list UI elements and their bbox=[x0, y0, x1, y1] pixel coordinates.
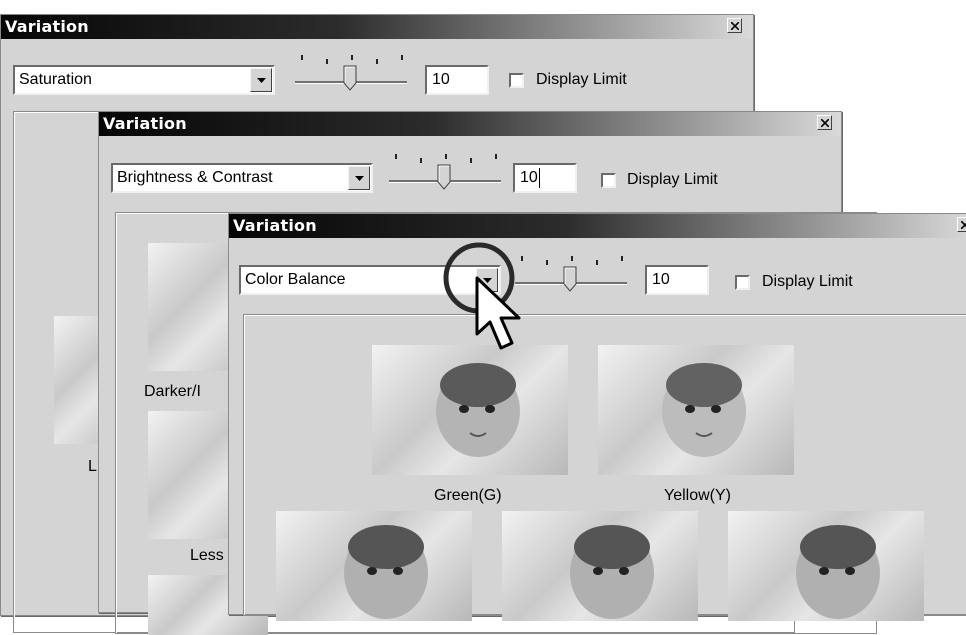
baby-photo-icon bbox=[344, 525, 428, 619]
title-bar[interactable]: Variation bbox=[99, 112, 841, 136]
level-value: 10 bbox=[652, 271, 670, 288]
window-title: Variation bbox=[5, 17, 89, 36]
preview-thumbnail-yellow[interactable] bbox=[598, 345, 794, 475]
dropdown-arrow-icon bbox=[257, 78, 266, 83]
close-icon bbox=[961, 221, 966, 229]
adjustment-type-dropdown[interactable]: Brightness & Contrast bbox=[111, 163, 373, 193]
variation-window-color-balance: Variation Color Balance 10 Display Limit bbox=[228, 213, 966, 621]
level-input[interactable]: 10 bbox=[425, 65, 489, 95]
text-caret bbox=[539, 168, 540, 188]
dropdown-value: Brightness & Contrast bbox=[117, 169, 273, 186]
dropdown-button[interactable] bbox=[348, 166, 370, 190]
slider-thumb[interactable] bbox=[343, 65, 357, 91]
preview-panel: Green(G) Yellow(Y) bbox=[243, 314, 966, 621]
preview-thumbnail[interactable] bbox=[728, 511, 924, 621]
level-slider[interactable] bbox=[291, 49, 411, 93]
level-slider[interactable] bbox=[385, 148, 505, 192]
baby-photo-icon bbox=[662, 363, 746, 457]
baby-photo-icon bbox=[570, 525, 654, 619]
baby-photo-icon bbox=[796, 525, 880, 619]
baby-photo-icon bbox=[436, 363, 520, 457]
dropdown-value: Color Balance bbox=[245, 271, 346, 288]
display-limit-checkbox[interactable] bbox=[509, 73, 524, 88]
display-limit-checkbox[interactable] bbox=[601, 173, 616, 188]
close-icon bbox=[821, 119, 829, 127]
window-title: Variation bbox=[103, 114, 187, 133]
preview-thumbnail-green[interactable] bbox=[372, 345, 568, 475]
preview-caption: L bbox=[88, 458, 97, 475]
level-slider[interactable] bbox=[511, 250, 631, 294]
dropdown-button[interactable] bbox=[250, 68, 272, 92]
preview-caption: Darker/I bbox=[144, 383, 201, 400]
display-limit-label: Display Limit bbox=[762, 273, 853, 290]
level-value: 10 bbox=[520, 169, 538, 186]
arrow-pointer-icon bbox=[475, 276, 521, 350]
close-icon bbox=[731, 22, 739, 30]
level-input[interactable]: 10 bbox=[645, 265, 709, 295]
display-limit-label: Display Limit bbox=[536, 71, 627, 88]
preview-thumbnail[interactable] bbox=[502, 511, 698, 621]
display-limit-checkbox[interactable] bbox=[735, 275, 750, 290]
preview-caption-green: Green(G) bbox=[434, 487, 502, 504]
title-bar[interactable]: Variation bbox=[1, 15, 753, 39]
close-button[interactable] bbox=[957, 217, 966, 232]
preview-caption: Less bbox=[190, 547, 224, 564]
slider-thumb[interactable] bbox=[437, 164, 451, 190]
dropdown-value: Saturation bbox=[19, 71, 92, 88]
close-button[interactable] bbox=[727, 18, 742, 33]
level-value: 10 bbox=[432, 71, 450, 88]
level-input[interactable]: 10 bbox=[513, 163, 577, 193]
dropdown-arrow-icon bbox=[355, 176, 364, 181]
close-button[interactable] bbox=[817, 115, 832, 130]
window-title: Variation bbox=[233, 216, 317, 235]
adjustment-type-dropdown[interactable]: Saturation bbox=[13, 65, 275, 95]
preview-thumbnail[interactable] bbox=[276, 511, 472, 621]
title-bar[interactable]: Variation bbox=[229, 214, 966, 238]
preview-caption-yellow: Yellow(Y) bbox=[664, 487, 731, 504]
slider-thumb[interactable] bbox=[563, 266, 577, 292]
display-limit-label: Display Limit bbox=[627, 171, 718, 188]
